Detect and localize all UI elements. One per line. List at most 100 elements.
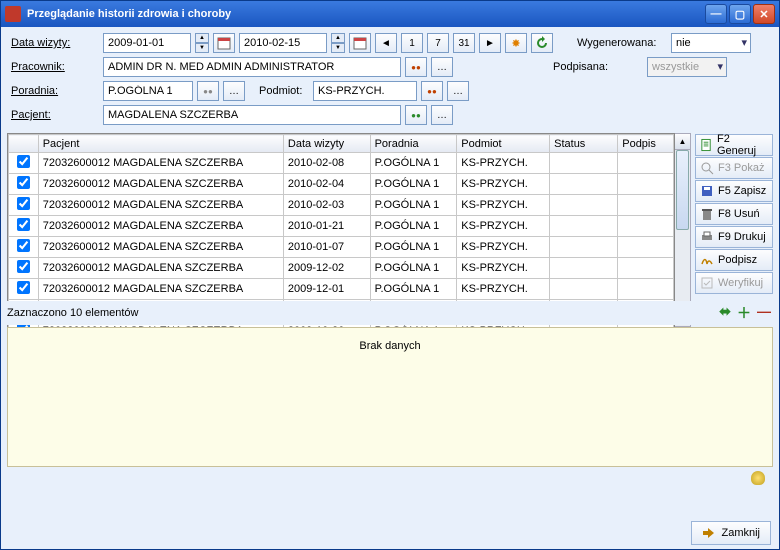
cell-pacjent: 72032600012 MAGDALENA SZCZERBA	[38, 174, 283, 195]
label-podpisana: Podpisana:	[553, 61, 643, 73]
col-poradnia[interactable]: Poradnia	[370, 135, 457, 153]
table-row[interactable]: 72032600012 MAGDALENA SZCZERBA2010-01-07…	[9, 237, 674, 258]
close-button[interactable]: Zamknij	[691, 521, 771, 545]
cell-data: 2010-02-04	[283, 174, 370, 195]
poradnia-lookup-button[interactable]: ●●	[197, 81, 219, 101]
col-status[interactable]: Status	[550, 135, 618, 153]
date-from-input[interactable]	[103, 33, 191, 53]
prev-button[interactable]: ◄	[375, 33, 397, 53]
app-icon	[5, 6, 21, 22]
close-window-button[interactable]: ✕	[753, 4, 775, 24]
row-checkbox[interactable]	[17, 155, 30, 168]
col-data[interactable]: Data wizyty	[283, 135, 370, 153]
next-button[interactable]: ►	[479, 33, 501, 53]
star-button[interactable]: ✸	[505, 33, 527, 53]
row-checkbox[interactable]	[17, 176, 30, 189]
col-pacjent[interactable]: Pacjent	[38, 135, 283, 153]
table-row[interactable]: 72032600012 MAGDALENA SZCZERBA2010-02-03…	[9, 195, 674, 216]
table-row[interactable]: 72032600012 MAGDALENA SZCZERBA2009-12-01…	[9, 279, 674, 300]
cell-pacjent: 72032600012 MAGDALENA SZCZERBA	[38, 258, 283, 279]
wygenerowana-select[interactable]: nie	[671, 33, 751, 53]
poradnia-more-button[interactable]: …	[223, 81, 245, 101]
podmiot-lookup-button[interactable]: ●●	[421, 81, 443, 101]
range-7-button[interactable]: 7	[427, 33, 449, 53]
podpisz-button[interactable]: Podpisz	[695, 249, 773, 271]
pracownik-input[interactable]	[103, 57, 401, 77]
cell-pacjent: 72032600012 MAGDALENA SZCZERBA	[38, 216, 283, 237]
table-row[interactable]: 72032600012 MAGDALENA SZCZERBA2010-02-08…	[9, 153, 674, 174]
table-header-row: Pacjent Data wizyty Poradnia Podmiot Sta…	[9, 135, 674, 153]
cell-status	[550, 279, 618, 300]
pracownik-more-button[interactable]: …	[431, 57, 453, 77]
cell-poradnia: P.OGÓLNA 1	[370, 174, 457, 195]
table-scrollbar[interactable]: ▲ ▼	[675, 133, 691, 343]
cell-poradnia: P.OGÓLNA 1	[370, 237, 457, 258]
cell-poradnia: P.OGÓLNA 1	[370, 279, 457, 300]
remove-button[interactable]: —	[755, 303, 773, 323]
date-from-spinner[interactable]: ▲▼	[195, 33, 209, 53]
cell-data: 2010-02-03	[283, 195, 370, 216]
pacjent-more-button[interactable]: …	[431, 105, 453, 125]
cell-status	[550, 237, 618, 258]
cell-podpis	[618, 216, 674, 237]
add-button[interactable]: ＋	[735, 303, 753, 323]
usun-button[interactable]: F8 Usuń	[695, 203, 773, 225]
cell-data: 2009-12-01	[283, 279, 370, 300]
minimize-button[interactable]: —	[705, 4, 727, 24]
table-row[interactable]: 72032600012 MAGDALENA SZCZERBA2009-12-02…	[9, 258, 674, 279]
cell-data: 2010-02-08	[283, 153, 370, 174]
range-1-button[interactable]: 1	[401, 33, 423, 53]
cell-poradnia: P.OGÓLNA 1	[370, 195, 457, 216]
podmiot-more-button[interactable]: …	[447, 81, 469, 101]
refresh-button[interactable]	[531, 33, 553, 53]
podmiot-input[interactable]	[313, 81, 417, 101]
cell-data: 2009-12-02	[283, 258, 370, 279]
row-checkbox[interactable]	[17, 197, 30, 210]
add-arrow-button[interactable]: ⬌	[717, 303, 733, 323]
row-checkbox[interactable]	[17, 281, 30, 294]
table-row[interactable]: 72032600012 MAGDALENA SZCZERBA2010-02-04…	[9, 174, 674, 195]
zapisz-button[interactable]: F5 Zapisz	[695, 180, 773, 202]
col-podpis[interactable]: Podpis	[618, 135, 674, 153]
cell-pacjent: 72032600012 MAGDALENA SZCZERBA	[38, 237, 283, 258]
cell-podpis	[618, 195, 674, 216]
col-checkbox[interactable]	[9, 135, 39, 153]
status-bar: Zaznaczono 10 elementów ⬌ ＋ —	[1, 301, 779, 325]
date-to-input[interactable]	[239, 33, 327, 53]
label-poradnia: Poradnia:	[11, 85, 99, 97]
label-data-wizyty: Data wizyty:	[11, 37, 99, 49]
cell-poradnia: P.OGÓLNA 1	[370, 258, 457, 279]
cell-podmiot: KS-PRZYCH.	[457, 237, 550, 258]
cell-pacjent: 72032600012 MAGDALENA SZCZERBA	[38, 279, 283, 300]
cell-podmiot: KS-PRZYCH.	[457, 153, 550, 174]
col-podmiot[interactable]: Podmiot	[457, 135, 550, 153]
pracownik-lookup-button[interactable]: ●●	[405, 57, 427, 77]
pokaz-button: F3 Pokaż	[695, 157, 773, 179]
poradnia-input[interactable]	[103, 81, 193, 101]
main-window: Przeglądanie historii zdrowia i choroby …	[0, 0, 780, 550]
cell-podpis	[618, 258, 674, 279]
hint-bulb-icon[interactable]	[751, 471, 765, 485]
scroll-thumb[interactable]	[676, 150, 689, 230]
row-checkbox[interactable]	[17, 260, 30, 273]
selection-count: Zaznaczono 10 elementów	[7, 307, 138, 319]
cell-podpis	[618, 279, 674, 300]
pacjent-input[interactable]	[103, 105, 401, 125]
pacjent-lookup-button[interactable]: ●●	[405, 105, 427, 125]
row-checkbox[interactable]	[17, 239, 30, 252]
date-to-spinner[interactable]: ▲▼	[331, 33, 345, 53]
generuj-button[interactable]: F2 Generuj	[695, 134, 773, 156]
table-row[interactable]: 72032600012 MAGDALENA SZCZERBA2010-01-21…	[9, 216, 674, 237]
cell-podmiot: KS-PRZYCH.	[457, 279, 550, 300]
date-from-calendar-button[interactable]	[213, 33, 235, 53]
date-to-calendar-button[interactable]	[349, 33, 371, 53]
drukuj-button[interactable]: F9 Drukuj	[695, 226, 773, 248]
cell-podpis	[618, 153, 674, 174]
row-checkbox[interactable]	[17, 218, 30, 231]
cell-podmiot: KS-PRZYCH.	[457, 258, 550, 279]
range-31-button[interactable]: 31	[453, 33, 475, 53]
scroll-up-button[interactable]: ▲	[675, 134, 690, 150]
titlebar: Przeglądanie historii zdrowia i choroby …	[1, 1, 779, 27]
cell-podpis	[618, 174, 674, 195]
maximize-button[interactable]: ▢	[729, 4, 751, 24]
